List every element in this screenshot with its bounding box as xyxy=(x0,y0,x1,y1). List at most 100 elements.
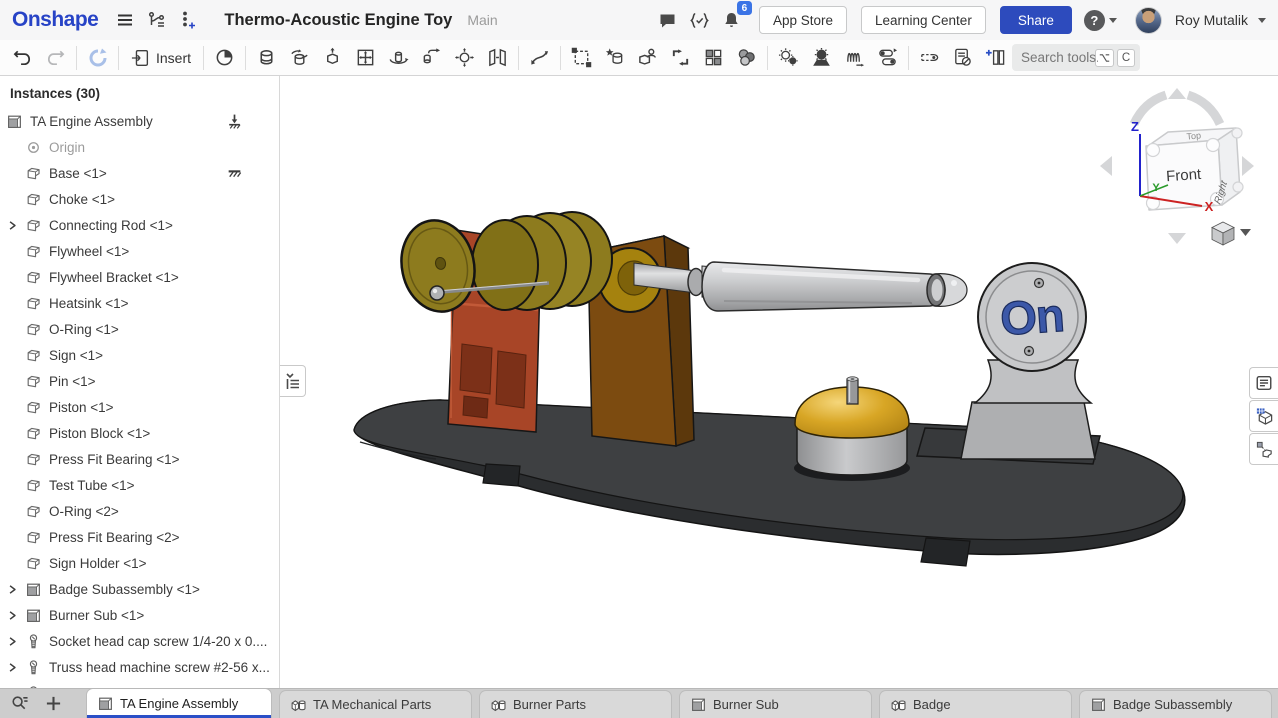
base-foot[interactable] xyxy=(921,538,970,566)
instance-row[interactable]: Truss head machine screw #2-56 x... xyxy=(0,680,279,688)
onshape-logo[interactable]: Onshape xyxy=(12,8,98,32)
planar-mate-button[interactable] xyxy=(349,43,382,73)
instance-row[interactable]: Piston <1> xyxy=(0,394,279,420)
section-view-button[interactable] xyxy=(913,43,946,73)
featurescript-check-icon[interactable] xyxy=(687,7,713,33)
features-panel-toggle[interactable] xyxy=(280,365,306,397)
expand-chevron-icon[interactable] xyxy=(6,659,25,675)
instance-row[interactable]: Base <1> xyxy=(0,160,279,186)
rack-pinion-relation-button[interactable] xyxy=(838,43,871,73)
relations-button[interactable] xyxy=(772,43,805,73)
instance-row[interactable]: Badge Subassembly <1> xyxy=(0,576,279,602)
instance-row[interactable]: Press Fit Bearing <1> xyxy=(0,446,279,472)
search-tools-input[interactable] xyxy=(1012,44,1098,71)
instance-row[interactable]: Socket head cap screw 1/4-20 x 0.... xyxy=(0,628,279,654)
instance-row[interactable]: Piston Block <1> xyxy=(0,420,279,446)
tab-badge[interactable]: Badge xyxy=(879,690,1072,718)
rotate-up-arrow[interactable] xyxy=(1168,88,1186,99)
tab-manager-button[interactable] xyxy=(6,690,32,716)
share-button[interactable]: Share xyxy=(1000,6,1072,34)
burner-part[interactable] xyxy=(795,377,909,475)
snap-mode-button[interactable] xyxy=(523,43,556,73)
expand-chevron-icon[interactable] xyxy=(6,633,25,649)
documents-menu-icon[interactable] xyxy=(112,7,138,33)
linear-pattern-button[interactable] xyxy=(697,43,730,73)
graphics-viewport[interactable]: On xyxy=(280,76,1278,688)
create-version-icon[interactable] xyxy=(176,7,202,33)
bom-table-button[interactable] xyxy=(979,43,1012,73)
instance-row[interactable]: Connecting Rod <1> xyxy=(0,212,279,238)
belt-relation-button[interactable] xyxy=(871,43,904,73)
configuration-panel-toggle[interactable] xyxy=(1249,400,1278,432)
app-store-button[interactable]: App Store xyxy=(759,6,847,34)
tab-ta-engine-assembly[interactable]: TA Engine Assembly xyxy=(86,688,272,718)
expand-chevron-icon[interactable] xyxy=(6,217,25,233)
revolute-mate-button[interactable] xyxy=(283,43,316,73)
tab-burner-sub[interactable]: Burner Sub xyxy=(679,690,872,718)
tab-ta-mechanical-parts[interactable]: TA Mechanical Parts xyxy=(279,690,472,718)
slider-mate-button[interactable] xyxy=(316,43,349,73)
crank-pin[interactable] xyxy=(430,286,444,300)
instance-row[interactable]: Flywheel Bracket <1> xyxy=(0,264,279,290)
flywheel-pulleys[interactable] xyxy=(472,212,612,310)
workspace-name[interactable]: Main xyxy=(467,12,497,28)
add-tab-button[interactable] xyxy=(40,690,66,716)
instance-row[interactable]: Press Fit Bearing <2> xyxy=(0,524,279,550)
instance-row[interactable]: Choke <1> xyxy=(0,186,279,212)
display-states-button[interactable] xyxy=(946,43,979,73)
rotate-down-arrow[interactable] xyxy=(1168,233,1186,244)
instance-row[interactable]: Pin <1> xyxy=(0,368,279,394)
instance-row[interactable]: Burner Sub <1> xyxy=(0,602,279,628)
instance-row-origin[interactable]: Origin xyxy=(0,134,279,160)
instance-row[interactable]: Heatsink <1> xyxy=(0,290,279,316)
named-positions-button[interactable] xyxy=(208,43,241,73)
ball-mate-button[interactable] xyxy=(448,43,481,73)
expand-chevron-icon[interactable] xyxy=(6,581,25,597)
mate-connector-panel-toggle[interactable] xyxy=(1249,433,1278,465)
exploded-view-button[interactable] xyxy=(565,43,598,73)
bom-panel-toggle[interactable] xyxy=(1249,367,1278,399)
undo-button[interactable] xyxy=(6,43,39,73)
instance-row[interactable]: Truss head machine screw #2-56 x... xyxy=(0,654,279,680)
instance-row[interactable]: Sign <1> xyxy=(0,342,279,368)
notifications-bell-icon[interactable]: 6 xyxy=(719,7,745,33)
test-tube-part[interactable] xyxy=(702,262,967,311)
instance-row[interactable]: Test Tube <1> xyxy=(0,472,279,498)
tab-burner-parts[interactable]: Burner Parts xyxy=(479,690,672,718)
rotate-right-arrow[interactable] xyxy=(1242,156,1254,176)
configurations-button[interactable] xyxy=(631,43,664,73)
instance-row[interactable]: O-Ring <1> xyxy=(0,316,279,342)
burner-wick-tube[interactable] xyxy=(847,377,858,404)
insert-button[interactable]: Insert xyxy=(123,43,199,73)
view-cube-front-label[interactable]: Front xyxy=(1166,166,1203,185)
learning-center-button[interactable]: Learning Center xyxy=(861,6,986,34)
view-cube-top-label[interactable]: Top xyxy=(1186,130,1201,141)
instance-row[interactable]: Sign Holder <1> xyxy=(0,550,279,576)
gear-relation-button[interactable] xyxy=(805,43,838,73)
badge-sign-part[interactable]: On xyxy=(986,271,1078,363)
view-cube[interactable]: Top Front Right Z X Y xyxy=(1086,82,1266,250)
rotate-cw-arrow[interactable] xyxy=(1188,95,1220,124)
instance-row-assembly-root[interactable]: TA Engine Assembly xyxy=(0,108,279,134)
rotate-left-arrow[interactable] xyxy=(1100,156,1112,176)
fastened-mate-button[interactable] xyxy=(250,43,283,73)
edit-in-context-button[interactable] xyxy=(598,43,631,73)
redo-button[interactable] xyxy=(39,43,72,73)
base-foot[interactable] xyxy=(483,464,520,486)
parallel-mate-button[interactable] xyxy=(481,43,514,73)
comments-icon[interactable] xyxy=(655,7,681,33)
expand-chevron-icon[interactable] xyxy=(6,607,25,623)
instances-spheres-button[interactable] xyxy=(730,43,763,73)
update-document-button[interactable] xyxy=(81,43,114,73)
replicate-button[interactable] xyxy=(664,43,697,73)
instance-row[interactable]: O-Ring <2> xyxy=(0,498,279,524)
user-menu-chevron-icon[interactable] xyxy=(1258,18,1266,23)
user-name[interactable]: Roy Mutalik xyxy=(1175,12,1248,28)
anchored-icon[interactable] xyxy=(226,113,243,130)
help-menu[interactable]: ? xyxy=(1084,7,1117,33)
tab-badge-subassembly[interactable]: Badge Subassembly xyxy=(1079,690,1272,718)
grounded-icon[interactable] xyxy=(226,165,243,182)
pin-slot-mate-button[interactable] xyxy=(415,43,448,73)
instance-row[interactable]: Flywheel <1> xyxy=(0,238,279,264)
search-tools-box[interactable]: C xyxy=(1012,44,1140,71)
